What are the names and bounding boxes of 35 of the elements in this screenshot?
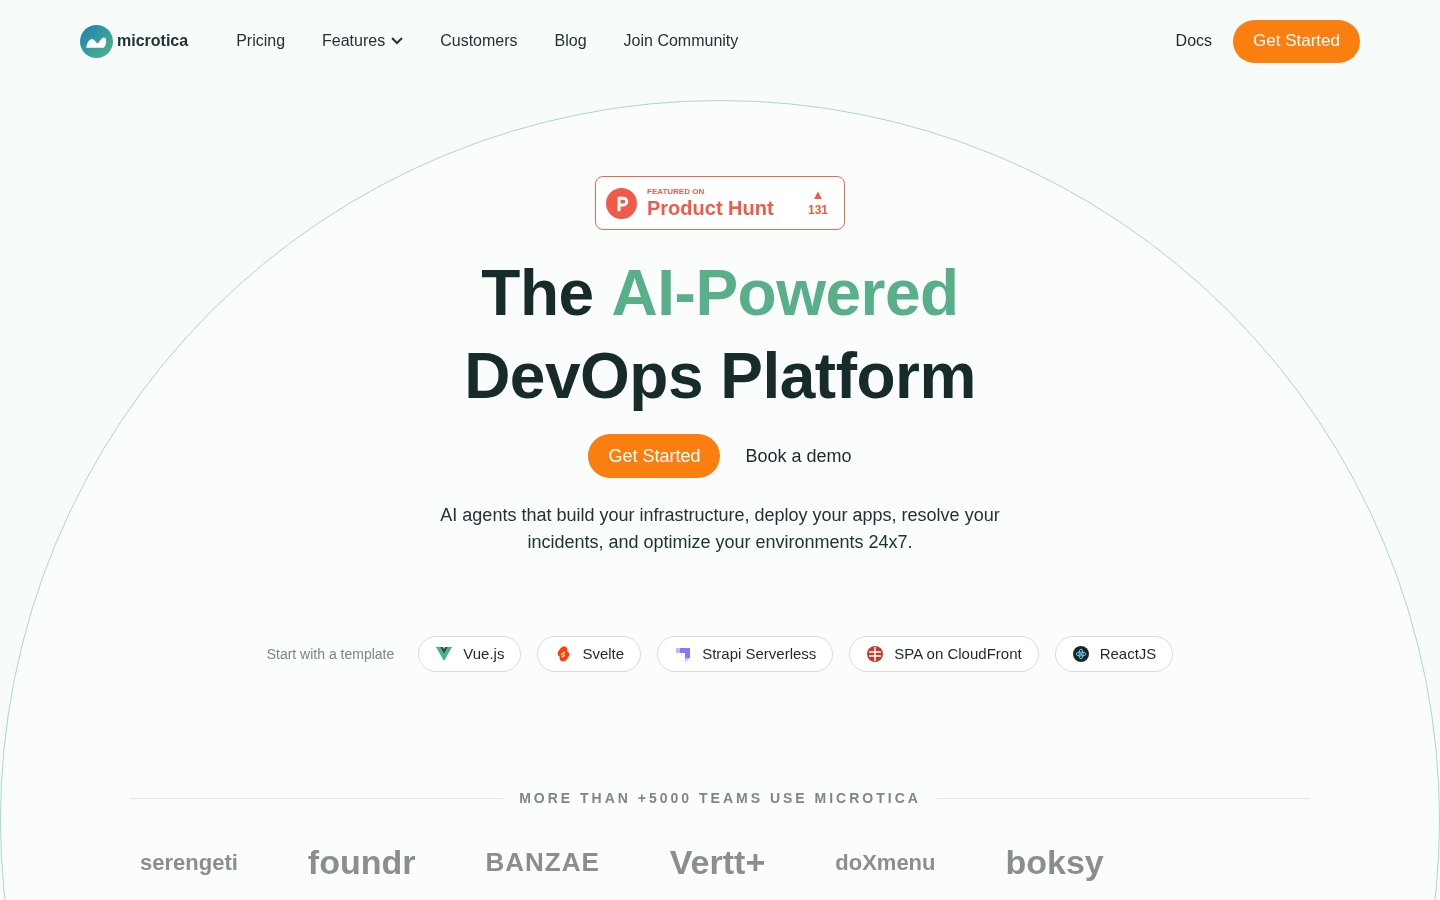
template-chip[interactable]: Svelte bbox=[537, 636, 642, 672]
docs-link[interactable]: Docs bbox=[1175, 29, 1213, 53]
customer-logo: BANZAE bbox=[485, 846, 600, 877]
nav-link[interactable]: Pricing bbox=[236, 29, 286, 53]
product-hunt-logo-icon bbox=[606, 187, 637, 219]
hero-subtitle: AI agents that build your infrastructure, deploy your apps, resolve your incidents, and optimize your environments 24x7. bbox=[439, 504, 1001, 554]
hero-title-text: The bbox=[481, 256, 594, 331]
customer-logo: doXmenu bbox=[835, 849, 936, 877]
nav-link[interactable]: Join Community bbox=[623, 29, 739, 53]
customer-logo: Vertt+ bbox=[669, 843, 766, 881]
customers-heading: MORE THAN +5000 TEAMS USE MICROTICA bbox=[519, 789, 921, 808]
nav-link[interactable]: Features bbox=[322, 29, 404, 53]
template-label: Start with a template bbox=[266, 644, 395, 664]
template-chip[interactable]: Vue.js bbox=[418, 636, 522, 672]
customer-logo: boksy bbox=[1005, 843, 1104, 881]
featured-on-label: FEATURED ON bbox=[647, 187, 706, 197]
customer-logo: foundr bbox=[307, 843, 416, 881]
upvote-count: 131 bbox=[807, 202, 828, 218]
template-chip[interactable]: SPA on CloudFront bbox=[849, 636, 1039, 672]
book-demo-link[interactable]: Book a demo bbox=[745, 442, 852, 470]
vue-logo-icon bbox=[435, 645, 454, 663]
highlighted-title-text: AI-Powered bbox=[611, 256, 959, 331]
react-logo-icon bbox=[1071, 645, 1090, 663]
upvote-icon: ▲ bbox=[811, 188, 825, 202]
nav-link[interactable]: Customers bbox=[440, 29, 518, 53]
template-chip[interactable]: ReactJS bbox=[1054, 636, 1174, 672]
logo-icon bbox=[80, 24, 113, 58]
product-hunt-title: Product Hunt bbox=[647, 197, 774, 219]
chevron-down-icon bbox=[391, 37, 404, 45]
nav-link[interactable]: Blog bbox=[554, 29, 587, 53]
customer-logo: serengeti bbox=[140, 849, 238, 877]
strapi-logo-icon bbox=[674, 645, 693, 663]
template-chip[interactable]: Strapi Serverless bbox=[657, 636, 834, 672]
hero-title-text: DevOps Platform bbox=[464, 339, 976, 414]
brand-logo[interactable]: microtica bbox=[80, 24, 189, 58]
